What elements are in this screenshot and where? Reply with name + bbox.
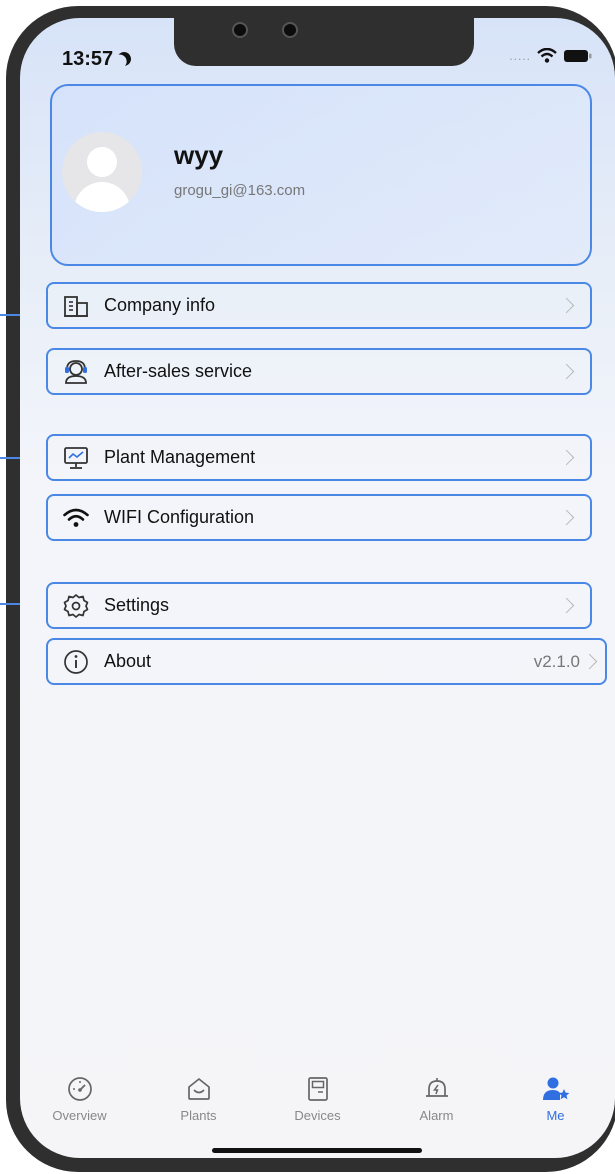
monitor-icon [62,444,90,472]
bottom-tab-bar: Overview Plants Devices Alarm Me [20,1068,615,1138]
menu-item-about[interactable]: About v2.1.0 [46,638,607,685]
menu-item-wifi-configuration[interactable]: WIFI Configuration [46,494,592,541]
tab-me[interactable]: Me [496,1068,615,1138]
chevron-right-icon [558,509,575,526]
building-icon [62,292,90,320]
tab-label: Plants [180,1108,217,1123]
profile-name: wyy [174,140,224,170]
user-star-icon [542,1077,569,1100]
tab-plants[interactable]: Plants [139,1068,258,1138]
status-time-text: 13:57 [62,48,114,70]
menu-item-label: WIFI Configuration [104,507,255,527]
alarm-bell-icon [425,1078,448,1097]
tab-label: Devices [294,1108,341,1123]
moon-icon [115,49,134,68]
tab-overview[interactable]: Overview [20,1068,139,1138]
plant-home-icon [187,1078,210,1100]
chevron-right-icon [558,363,575,380]
avatar-body [74,182,130,212]
camera-dot [282,22,298,38]
gauge-icon [67,1077,92,1101]
gear-icon [62,592,90,620]
avatar-head [87,147,117,177]
app-screen: 13:57 ..... wyy grogu_gi@163.com Company… [20,18,615,1158]
tab-alarm[interactable]: Alarm [377,1068,496,1138]
tab-label: Overview [52,1108,107,1123]
status-time: 13:57 [62,48,131,71]
menu-item-plant-management[interactable]: Plant Management [46,434,592,481]
phone-frame: 13:57 ..... wyy grogu_gi@163.com Company… [0,0,615,1174]
app-version: v2.1.0 [533,651,580,671]
home-indicator[interactable] [212,1148,422,1153]
menu-item-label: About [104,651,152,671]
menu-item-label: Settings [104,595,170,615]
info-icon [62,648,90,676]
chevron-right-icon [558,597,575,614]
camera-notch [174,18,474,66]
menu-item-label: After-sales service [104,361,253,381]
wifi-icon [62,504,90,532]
chevron-right-icon [581,653,598,670]
tab-label: Alarm [419,1108,454,1123]
tab-label: Me [546,1108,565,1123]
profile-email: grogu_gi@163.com [174,182,306,199]
menu-item-company-info[interactable]: Company info [46,282,592,329]
user-avatar-icon[interactable] [62,132,142,212]
menu-item-label: Company info [104,295,216,315]
chevron-right-icon [558,297,575,314]
wifi-icon [537,48,557,63]
chevron-right-icon [558,449,575,466]
battery-icon [564,49,592,62]
menu-item-after-sales-service[interactable]: After-sales service [46,348,592,395]
signal-dots-icon: ..... [509,48,531,63]
camera-dot [232,22,248,38]
profile-card[interactable]: wyy grogu_gi@163.com [50,84,592,266]
tab-devices[interactable]: Devices [258,1068,377,1138]
menu-item-settings[interactable]: Settings [46,582,592,629]
support-agent-icon [62,358,90,386]
menu-item-label: Plant Management [104,447,256,467]
device-icon [307,1077,328,1101]
status-icons: ..... [509,48,593,63]
